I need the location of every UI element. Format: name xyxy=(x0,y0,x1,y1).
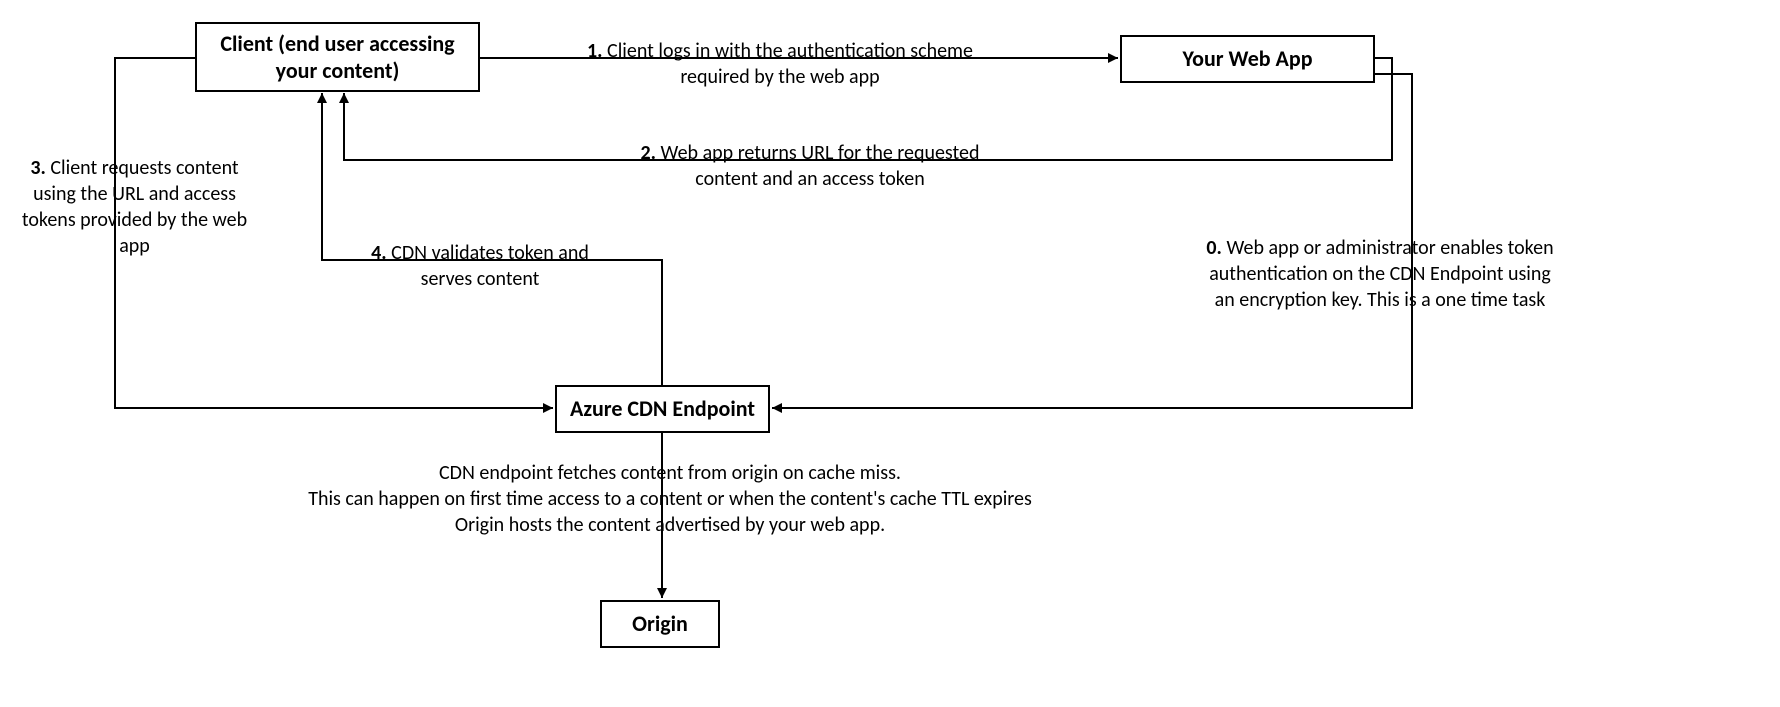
label-step-3: 3. Client requests content using the URL… xyxy=(12,155,257,259)
node-client: Client (end user accessing your content) xyxy=(195,22,480,92)
label-origin-note: CDN endpoint fetches content from origin… xyxy=(270,460,1070,538)
arrow-step-4 xyxy=(322,93,662,385)
diagram-arrows xyxy=(0,0,1780,707)
label-step-4: 4. CDN validates token and serves conten… xyxy=(350,240,610,292)
node-origin: Origin xyxy=(600,600,720,648)
diagram-canvas: Client (end user accessing your content)… xyxy=(0,0,1780,707)
label-step-2: 2. Web app returns URL for the requested… xyxy=(610,140,1010,192)
node-webapp: Your Web App xyxy=(1120,35,1375,83)
label-step-1: 1. Client logs in with the authenticatio… xyxy=(560,38,1000,90)
label-step-0: 0. Web app or administrator enables toke… xyxy=(1205,235,1555,313)
node-cdn: Azure CDN Endpoint xyxy=(555,385,770,433)
